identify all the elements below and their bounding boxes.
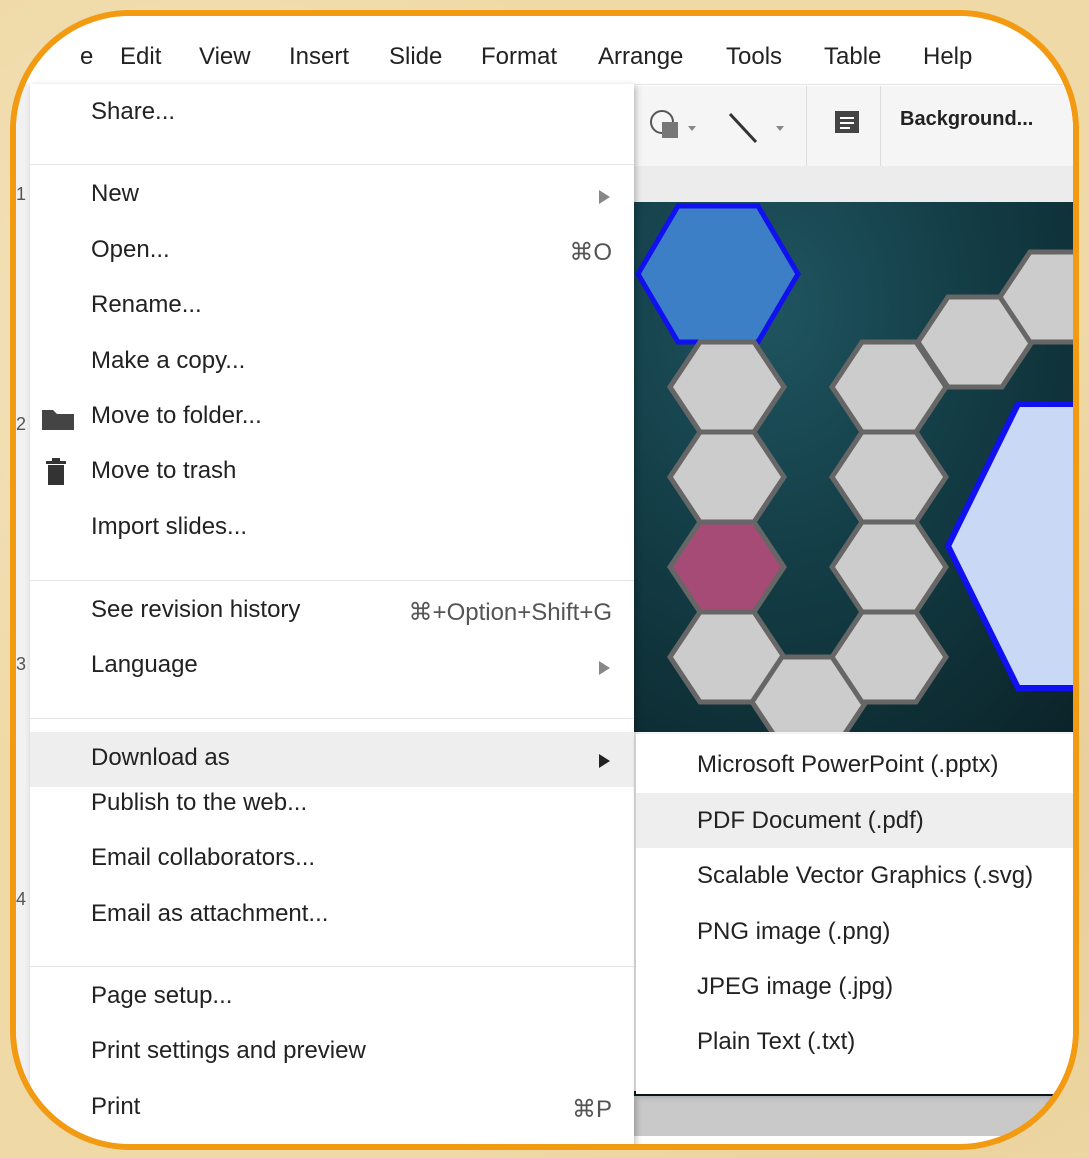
- menu-item-label: Move to trash: [91, 457, 237, 484]
- download-as-submenu: Microsoft PowerPoint (.pptx) PDF Documen…: [636, 734, 1073, 1094]
- menu-item-label: Print settings and preview: [91, 1037, 366, 1064]
- shape-tool-icon[interactable]: [648, 108, 708, 148]
- menu-item-import-slides[interactable]: Import slides...: [30, 501, 634, 556]
- menu-separator: [30, 580, 634, 581]
- hexagon-gray: [828, 519, 950, 615]
- menu-item-label: See revision history: [91, 596, 301, 623]
- menu-item-label: Print: [91, 1093, 141, 1120]
- submenu-item-label: Plain Text (.txt): [697, 1028, 856, 1055]
- slide-number: 1: [16, 184, 27, 204]
- menu-separator: [30, 164, 634, 165]
- menu-help[interactable]: Help: [923, 43, 972, 71]
- menu-item-email-attachment[interactable]: Email as attachment...: [30, 888, 634, 943]
- hexagon-pink: [666, 519, 788, 615]
- submenu-arrow-icon: [599, 190, 610, 204]
- menu-shortcut: ⌘P: [571, 1096, 612, 1123]
- menu-item-label: Email as attachment...: [91, 900, 329, 927]
- file-menu: Share... New Open... ⌘O Rename... Make a…: [30, 84, 634, 1144]
- submenu-item-txt[interactable]: Plain Text (.txt): [636, 1014, 1073, 1069]
- menu-item-email-collaborators[interactable]: Email collaborators...: [30, 832, 634, 887]
- menu-item-label: Make a copy...: [91, 347, 246, 374]
- toolbar: Background...: [634, 86, 1073, 177]
- trash-icon: [46, 458, 66, 485]
- menu-item-new[interactable]: New: [30, 168, 634, 223]
- menu-item-label: Move to folder...: [91, 402, 262, 429]
- menu-separator: [30, 966, 634, 967]
- submenu-item-label: Scalable Vector Graphics (.svg): [697, 862, 1034, 889]
- line-tool-icon[interactable]: [726, 108, 796, 148]
- submenu-item-label: PDF Document (.pdf): [697, 807, 924, 834]
- submenu-item-label: PNG image (.png): [697, 918, 891, 945]
- folder-icon: [42, 410, 74, 430]
- menu-item-print-settings[interactable]: Print settings and preview: [30, 1025, 634, 1080]
- background-button[interactable]: Background...: [900, 108, 1033, 131]
- menu-item-revision-history[interactable]: See revision history ⌘+Option+Shift+G: [30, 584, 634, 639]
- menu-item-label: New: [91, 180, 140, 207]
- menu-item-move-to-folder[interactable]: Move to folder...: [30, 390, 634, 445]
- menu-shortcut: ⌘+Option+Shift+G: [408, 599, 612, 626]
- menu-item-label: Download as: [91, 744, 230, 771]
- hexagon-blue: [635, 203, 801, 345]
- menu-item-label: Email collaborators...: [91, 844, 316, 871]
- menu-arrange[interactable]: Arrange: [598, 43, 683, 71]
- menu-edit[interactable]: Edit: [120, 43, 161, 71]
- submenu-arrow-icon: [599, 661, 610, 675]
- ruler: [634, 166, 1073, 202]
- menu-table[interactable]: Table: [824, 43, 881, 71]
- submenu-item-pptx[interactable]: Microsoft PowerPoint (.pptx): [636, 737, 1073, 792]
- menu-item-label: Publish to the web...: [91, 789, 308, 816]
- comment-icon[interactable]: [832, 108, 862, 138]
- menu-item-label: Share...: [91, 98, 176, 125]
- submenu-item-pdf[interactable]: PDF Document (.pdf): [636, 793, 1073, 848]
- menu-item-open[interactable]: Open... ⌘O: [30, 224, 634, 279]
- hexagon-gray: [666, 339, 788, 435]
- submenu-item-png[interactable]: PNG image (.png): [636, 904, 1073, 959]
- slide-number: 3: [16, 654, 27, 674]
- menu-shortcut: ⌘O: [569, 239, 612, 266]
- toolbar-divider: [880, 86, 881, 176]
- scrollbar[interactable]: [634, 1096, 1073, 1136]
- menu-item-label: Rename...: [91, 291, 202, 318]
- toolbar-divider: [806, 86, 807, 176]
- menu-item-page-setup[interactable]: Page setup...: [30, 970, 634, 1025]
- submenu-item-svg[interactable]: Scalable Vector Graphics (.svg): [636, 848, 1073, 903]
- menu-separator: [30, 718, 634, 719]
- menu-item-share[interactable]: Share...: [30, 86, 634, 141]
- slide-number: 2: [16, 414, 27, 434]
- menu-insert[interactable]: Insert: [289, 43, 349, 71]
- menu-item-print[interactable]: Print ⌘P: [30, 1081, 634, 1136]
- menu-item-publish[interactable]: Publish to the web...: [30, 777, 634, 832]
- menu-file-fragment[interactable]: e: [80, 43, 93, 71]
- menu-format[interactable]: Format: [481, 43, 557, 71]
- hexagon-gray: [666, 429, 788, 525]
- submenu-arrow-icon: [599, 754, 610, 768]
- menu-item-move-to-trash[interactable]: Move to trash: [30, 445, 634, 500]
- menu-bar: e Edit View Insert Slide Format Arrange …: [16, 16, 1073, 85]
- submenu-item-label: Microsoft PowerPoint (.pptx): [697, 751, 999, 778]
- slide-number: 4: [16, 889, 27, 909]
- menu-item-label: Import slides...: [91, 513, 248, 540]
- hexagon-gray: [828, 429, 950, 525]
- menu-item-label: Language: [91, 651, 198, 678]
- menu-item-language[interactable]: Language: [30, 639, 634, 694]
- menu-item-make-copy[interactable]: Make a copy...: [30, 335, 634, 390]
- menu-tools[interactable]: Tools: [726, 43, 782, 71]
- screenshot-frame: e Edit View Insert Slide Format Arrange …: [10, 10, 1079, 1150]
- menu-item-label: Open...: [91, 236, 170, 263]
- menu-view[interactable]: View: [199, 43, 251, 71]
- slide-filmstrip[interactable]: 1 2 3 4: [16, 84, 31, 1144]
- menu-item-rename[interactable]: Rename...: [30, 279, 634, 334]
- submenu-item-label: JPEG image (.jpg): [697, 973, 894, 1000]
- submenu-item-jpg[interactable]: JPEG image (.jpg): [636, 959, 1073, 1014]
- menu-item-label: Page setup...: [91, 982, 233, 1009]
- hexagon-light-blue: [944, 401, 1073, 691]
- menu-slide[interactable]: Slide: [389, 43, 442, 71]
- slide-canvas[interactable]: [634, 202, 1073, 732]
- hexagon-graphic: [635, 203, 1073, 732]
